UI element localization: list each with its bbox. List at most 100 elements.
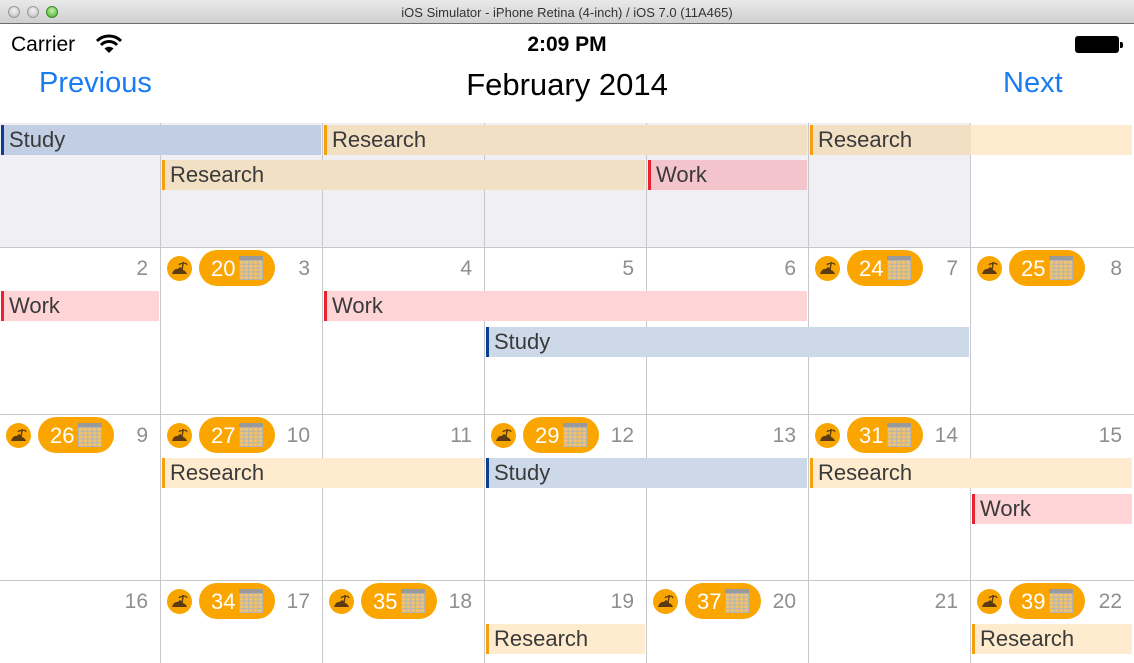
vacation-island-icon[interactable]: [6, 422, 31, 448]
event-color-bar: [486, 327, 489, 357]
day-count-value: 35: [373, 589, 398, 614]
event-title: Research: [332, 127, 427, 152]
day-number: 22: [1098, 590, 1122, 613]
calendar-grid-icon: [1049, 589, 1073, 613]
event-study[interactable]: Study: [486, 327, 647, 357]
event-study-continuation[interactable]: [161, 125, 321, 155]
event-research[interactable]: Research: [810, 125, 971, 155]
day-cell[interactable]: 14 31: [809, 415, 971, 580]
day-cell[interactable]: 3 20: [161, 248, 323, 414]
day-count-badge[interactable]: 37: [685, 583, 761, 619]
day-cell[interactable]: 21: [809, 581, 971, 663]
event-color-bar: [810, 125, 813, 155]
event-study[interactable]: Study: [1, 125, 161, 155]
day-number: 8: [1110, 257, 1122, 280]
day-count-value: 24: [859, 256, 884, 281]
event-title: Research: [818, 127, 913, 152]
event-research[interactable]: Research: [324, 125, 485, 155]
vacation-island-icon[interactable]: [815, 422, 840, 448]
event-title: Study: [9, 127, 66, 152]
day-number: 12: [610, 424, 634, 447]
event-title: Work: [9, 293, 60, 318]
day-badges: 27: [167, 417, 275, 453]
day-cell[interactable]: 18 35: [323, 581, 485, 663]
day-cell[interactable]: 16: [0, 581, 161, 663]
day-number: 18: [448, 590, 472, 613]
vacation-island-icon[interactable]: [977, 255, 1002, 281]
event-research-continuation[interactable]: [485, 160, 645, 190]
day-count-badge[interactable]: 20: [199, 250, 275, 286]
event-research[interactable]: Research: [810, 458, 971, 488]
event-title: Research: [818, 460, 913, 485]
day-cell[interactable]: 2: [0, 248, 161, 414]
event-research-continuation[interactable]: [323, 458, 483, 488]
day-count-badge[interactable]: 34: [199, 583, 275, 619]
event-research-continuation[interactable]: [971, 458, 1132, 488]
event-work-continuation[interactable]: [485, 291, 647, 321]
event-research[interactable]: Research: [486, 624, 645, 654]
event-research-continuation[interactable]: [323, 160, 485, 190]
day-badges: 39: [977, 583, 1085, 619]
day-count-badge[interactable]: 24: [847, 250, 923, 286]
event-title: Work: [656, 162, 707, 187]
day-count-value: 39: [1021, 589, 1046, 614]
vacation-island-icon[interactable]: [167, 422, 192, 448]
event-work[interactable]: Work: [1, 291, 159, 321]
event-work[interactable]: Work: [972, 494, 1132, 524]
event-title: Research: [494, 626, 589, 651]
event-color-bar: [648, 160, 651, 190]
day-count-badge[interactable]: 31: [847, 417, 923, 453]
day-cell[interactable]: 4: [323, 248, 485, 414]
day-cell[interactable]: 8 25: [971, 248, 1134, 414]
week-row: Study Research Research Research Work: [0, 123, 1134, 248]
day-cell[interactable]: 10 27: [161, 415, 323, 580]
day-count-badge[interactable]: 39: [1009, 583, 1085, 619]
day-count-value: 37: [697, 589, 722, 614]
day-count-value: 26: [50, 423, 75, 448]
event-research[interactable]: Research: [162, 160, 323, 190]
vacation-island-icon[interactable]: [167, 588, 192, 614]
day-count-badge[interactable]: 25: [1009, 250, 1085, 286]
event-research[interactable]: Research: [162, 458, 323, 488]
event-study-continuation[interactable]: [647, 327, 809, 357]
day-cell[interactable]: 9 26: [0, 415, 161, 580]
vacation-island-icon[interactable]: [167, 255, 192, 281]
vacation-island-icon[interactable]: [329, 588, 354, 614]
navigation-bar: Previous February 2014 Next: [0, 63, 1134, 121]
day-count-badge[interactable]: 27: [199, 417, 275, 453]
event-work-continuation[interactable]: [647, 291, 807, 321]
vacation-island-icon[interactable]: [491, 422, 516, 448]
vacation-island-icon[interactable]: [653, 588, 678, 614]
event-title: Study: [494, 329, 551, 354]
day-badges: 37: [653, 583, 761, 619]
event-study-continuation[interactable]: [647, 458, 807, 488]
event-study-continuation[interactable]: [809, 327, 969, 357]
day-cell[interactable]: 11: [323, 415, 485, 580]
event-research-continuation[interactable]: [971, 125, 1132, 155]
day-cell[interactable]: 13: [647, 415, 809, 580]
day-badges: 24: [815, 250, 923, 286]
vacation-island-icon[interactable]: [815, 255, 840, 281]
day-cell[interactable]: 17 34: [161, 581, 323, 663]
day-count-badge[interactable]: 26: [38, 417, 114, 453]
event-research-continuation[interactable]: [485, 125, 647, 155]
week-row: 2 3 20 4 5 6 7 24 8 25 Work Work Study: [0, 248, 1134, 415]
day-badges: 34: [167, 583, 275, 619]
next-month-button[interactable]: Next: [1003, 67, 1063, 100]
day-count-badge[interactable]: 29: [523, 417, 599, 453]
event-work[interactable]: Work: [324, 291, 485, 321]
event-work[interactable]: Work: [648, 160, 807, 190]
day-cell[interactable]: 12 29: [485, 415, 647, 580]
vacation-island-icon[interactable]: [977, 588, 1002, 614]
day-number: 17: [286, 590, 310, 613]
calendar-grid-icon: [78, 423, 102, 447]
month-title: February 2014: [466, 67, 668, 102]
day-badges: 26: [6, 417, 114, 453]
day-badges: 31: [815, 417, 923, 453]
event-research[interactable]: Research: [972, 624, 1132, 654]
event-study[interactable]: Study: [486, 458, 647, 488]
day-cell[interactable]: 20 37: [647, 581, 809, 663]
calendar-grid-icon: [887, 256, 911, 280]
event-research-continuation[interactable]: [647, 125, 807, 155]
day-count-badge[interactable]: 35: [361, 583, 437, 619]
